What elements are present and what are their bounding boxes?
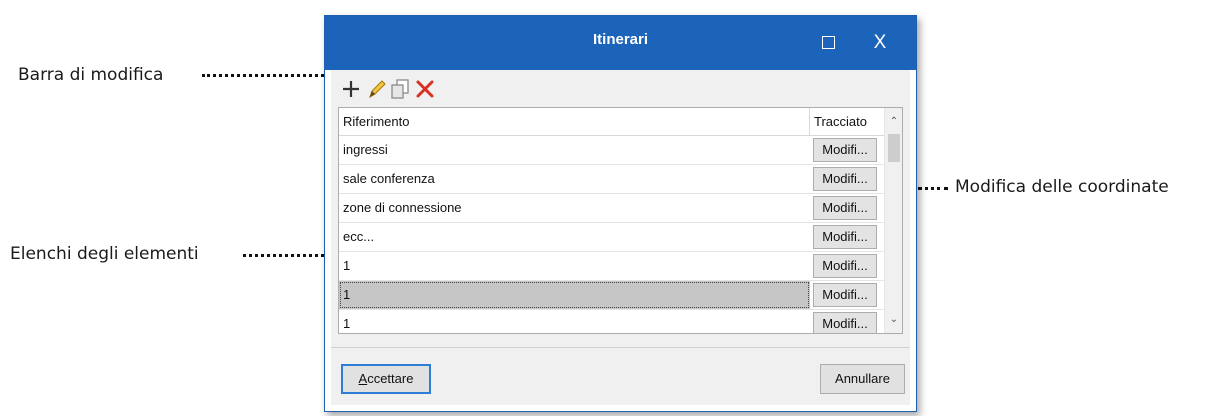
annotation-edit-coordinates: Modifica delle coordinate [955, 177, 1169, 197]
leader-edit-bar [202, 74, 324, 77]
edit-coordinates-button[interactable]: Modifi... [813, 167, 877, 191]
edit-coordinates-button[interactable]: Modifi... [813, 254, 877, 278]
leader-element-lists [243, 254, 324, 257]
edit-coordinates-button[interactable]: Modifi... [813, 312, 877, 333]
itinerari-dialog: Itinerari X Riferimento Tracciato ingres… [324, 15, 917, 412]
vertical-scrollbar[interactable]: ⌃ ⌄ [884, 108, 902, 333]
elements-table: Riferimento Tracciato ingressi Modifi...… [338, 107, 903, 334]
cell-riferimento[interactable]: ingressi [339, 136, 810, 164]
edit-coordinates-button[interactable]: Modifi... [813, 283, 877, 307]
maximize-button[interactable] [808, 26, 848, 60]
maximize-icon [821, 36, 835, 50]
cell-riferimento[interactable]: 1 [339, 281, 810, 309]
edit-button[interactable] [364, 76, 388, 102]
accept-button[interactable]: Accettare [341, 364, 431, 394]
cell-riferimento[interactable]: sale conferenza [339, 165, 810, 193]
close-button[interactable]: X [860, 26, 900, 60]
add-button[interactable] [339, 76, 363, 102]
cell-riferimento[interactable]: zone di connessione [339, 194, 810, 222]
cell-riferimento[interactable]: 1 [339, 252, 810, 280]
scrollbar-thumb[interactable] [888, 134, 900, 162]
title-bar: Itinerari X [325, 16, 916, 70]
accept-mnemonic: A [358, 371, 368, 386]
cell-riferimento[interactable]: 1 [339, 310, 810, 333]
table-row[interactable]: 1 Modifi... [339, 310, 884, 333]
pencil-icon [369, 80, 386, 99]
annotation-element-lists: Elenchi degli elementi [10, 244, 199, 264]
annotation-edit-bar: Barra di modifica [18, 65, 164, 85]
table-header: Riferimento Tracciato [339, 108, 884, 136]
delete-x-icon [416, 80, 434, 98]
edit-coordinates-button[interactable]: Modifi... [813, 196, 877, 220]
edit-coordinates-button[interactable]: Modifi... [813, 225, 877, 249]
delete-button[interactable] [413, 76, 437, 102]
copy-icon [391, 79, 409, 99]
table-row[interactable]: ingressi Modifi... [339, 136, 884, 165]
dialog-client-area: Riferimento Tracciato ingressi Modifi...… [331, 70, 910, 405]
leader-edit-coordinates [918, 187, 948, 190]
plus-icon [343, 81, 359, 97]
scroll-up-icon[interactable]: ⌃ [885, 114, 902, 130]
table-row-selected[interactable]: 1 Modifi... [339, 281, 884, 310]
table-rows: ingressi Modifi... sale conferenza Modif… [339, 136, 884, 333]
column-header-riferimento[interactable]: Riferimento [339, 108, 810, 135]
edit-coordinates-button[interactable]: Modifi... [813, 138, 877, 162]
accept-label: ccettare [367, 371, 414, 386]
table-row[interactable]: sale conferenza Modifi... [339, 165, 884, 194]
copy-button[interactable] [388, 76, 412, 102]
table-row[interactable]: ecc... Modifi... [339, 223, 884, 252]
table-row[interactable]: zone di connessione Modifi... [339, 194, 884, 223]
table-row[interactable]: 1 Modifi... [339, 252, 884, 281]
cell-riferimento[interactable]: ecc... [339, 223, 810, 251]
column-header-tracciato[interactable]: Tracciato [810, 108, 884, 135]
scroll-down-icon[interactable]: ⌄ [885, 312, 902, 328]
footer-separator [331, 347, 910, 348]
cancel-button[interactable]: Annullare [820, 364, 905, 394]
